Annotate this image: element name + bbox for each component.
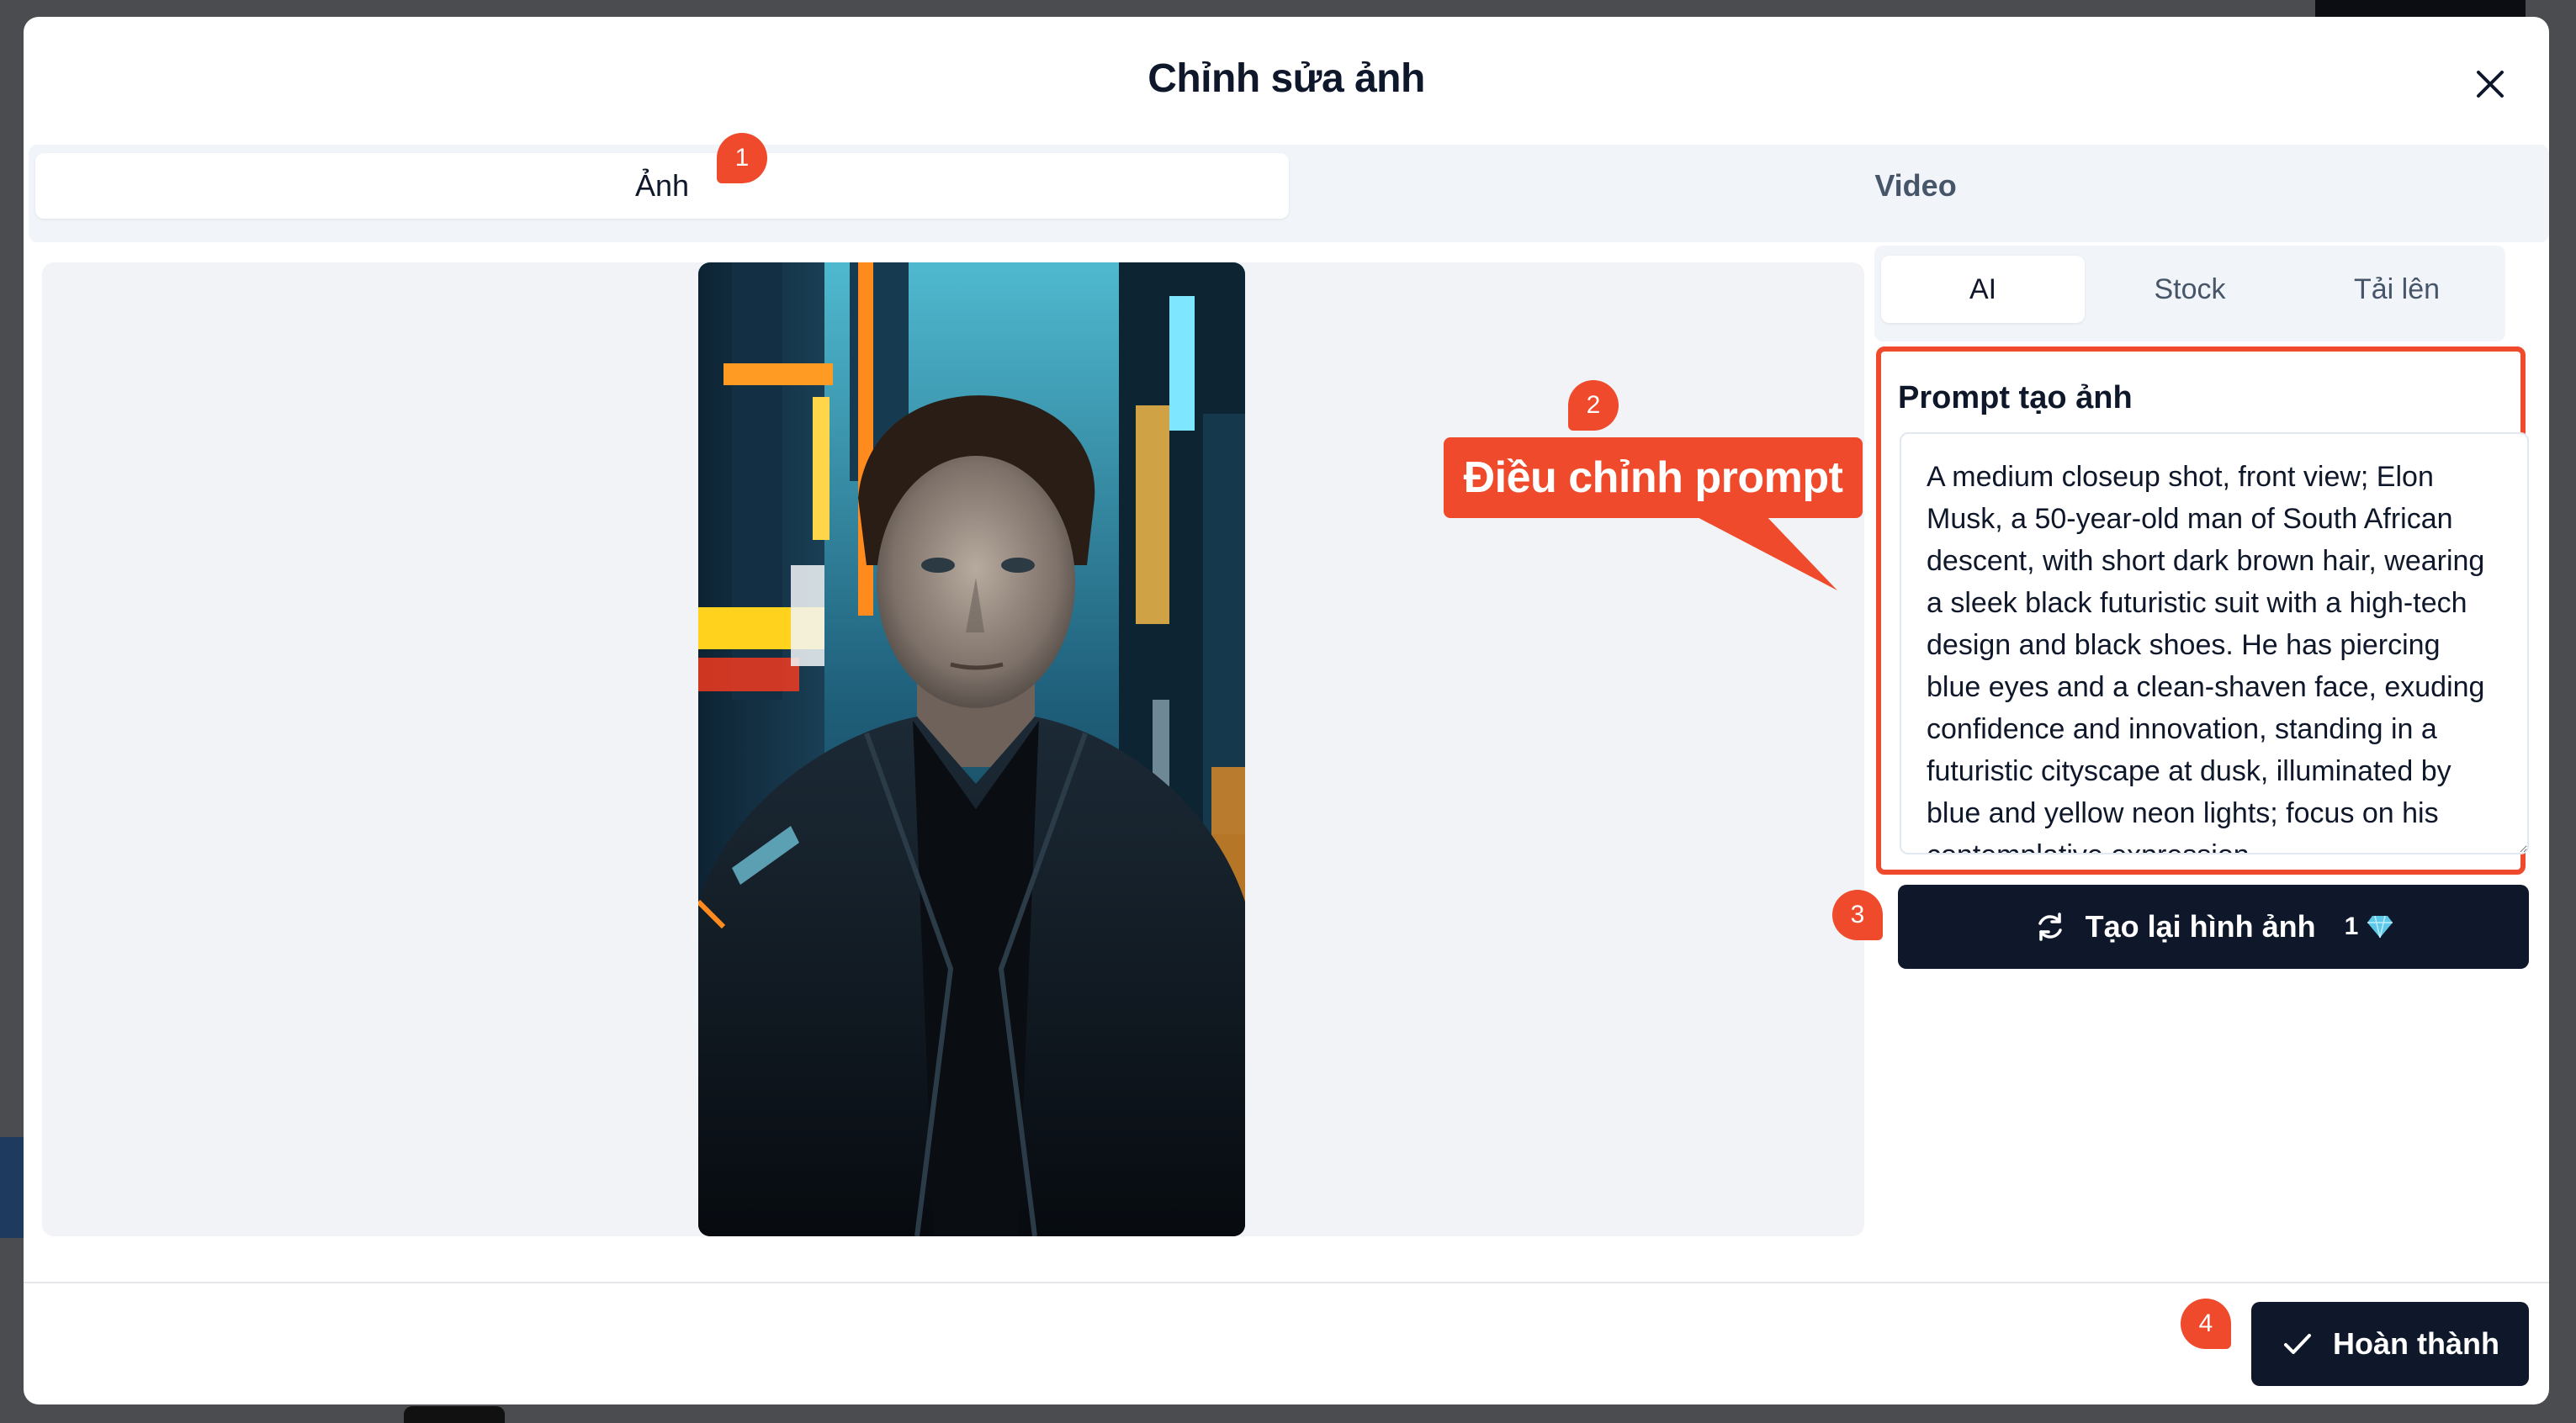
tab-upload[interactable]: Tải lên (2295, 256, 2499, 323)
footer-divider (24, 1282, 2549, 1283)
prompt-label: Prompt tạo ảnh (1898, 380, 2133, 415)
media-type-tabs: Ảnh Video (29, 145, 2549, 242)
refresh-icon (2038, 913, 2062, 941)
tab-stock[interactable]: Stock (2088, 256, 2292, 323)
adjust-prompt-callout: Điều chỉnh prompt (1444, 437, 1863, 518)
annotation-marker-4: 4 (2181, 1299, 2231, 1349)
check-icon (2284, 1334, 2311, 1354)
finish-label: Hoàn thành (2333, 1326, 2499, 1361)
prompt-textarea[interactable]: A medium closeup shot, front view; Elon … (1900, 432, 2529, 854)
finish-button[interactable]: Hoàn thành (2251, 1302, 2529, 1386)
background-bottom-chip (404, 1406, 505, 1423)
tab-ai[interactable]: AI (1881, 256, 2085, 323)
image-source-tabs: AI Stock Tải lên (1874, 246, 2505, 341)
regenerate-label: Tạo lại hình ảnh (2085, 909, 2316, 944)
tab-video[interactable]: Video (1289, 153, 2542, 219)
close-button[interactable] (2467, 61, 2514, 108)
generated-portrait-image (698, 262, 1245, 1236)
regenerate-cost: 1 (2344, 913, 2359, 940)
annotation-marker-2: 2 (1568, 380, 1619, 431)
tab-image[interactable]: Ảnh (35, 153, 1289, 219)
modal-title: Chỉnh sửa ảnh (1148, 56, 1425, 101)
annotation-marker-3: 3 (1832, 890, 1883, 940)
annotation-marker-1: 1 (717, 133, 767, 183)
close-icon (2477, 71, 2504, 98)
background-sidebar-strip (0, 1137, 24, 1238)
regenerate-image-button[interactable]: Tạo lại hình ảnh 1 (1898, 885, 2529, 969)
diamond-icon (2367, 915, 2393, 939)
